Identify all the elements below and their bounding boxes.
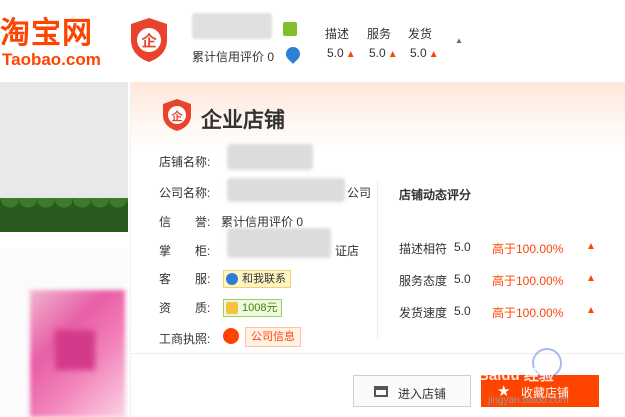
column-divider xyxy=(377,180,378,340)
up-arrow-icon: ▲ xyxy=(586,273,596,284)
dsr-score-describe: 5.0 ▲ xyxy=(327,46,356,60)
company-name-suffix: 公司 xyxy=(347,186,372,200)
rating-compare: 高于100.00% xyxy=(492,242,564,256)
license-emblem-icon xyxy=(223,328,239,344)
deposit-value: 1008元 xyxy=(242,302,278,314)
deposit-label: 资 质: xyxy=(159,301,211,315)
shop-page: 淘宝网 Taobao.com 企 累计信用评价 0 描述 服务 发货 5.0 ▲ … xyxy=(0,0,625,417)
svg-text:企: 企 xyxy=(171,109,184,123)
dsr-score-value: 5.0 xyxy=(369,46,386,60)
contact-me-label: 和我联系 xyxy=(242,273,286,285)
popup-title: 企业店铺 xyxy=(201,109,285,132)
rating-score: 5.0 xyxy=(454,272,471,286)
enterprise-badge-icon: 企 xyxy=(161,98,193,137)
dsr-label-shipping: 发货 xyxy=(408,27,433,41)
company-name-blurred xyxy=(227,178,345,202)
shop-name-label: 店铺名称: xyxy=(159,155,211,169)
taobao-logo-en[interactable]: Taobao.com xyxy=(2,50,101,70)
up-arrow-icon: ▲ xyxy=(387,49,398,60)
dsr-label-service: 服务 xyxy=(367,27,392,41)
deposit-badge[interactable]: 1008元 xyxy=(223,299,283,317)
up-arrow-icon: ▲ xyxy=(428,49,439,60)
credit-drop-icon xyxy=(283,44,303,64)
dsr-score-value: 5.0 xyxy=(410,46,427,60)
seller-level-icon xyxy=(283,22,297,36)
up-arrow-icon: ▲ xyxy=(345,49,356,60)
service-label: 客 服: xyxy=(159,272,211,286)
seller-name-blurred[interactable] xyxy=(192,13,272,39)
up-arrow-icon: ▲ xyxy=(586,241,596,252)
rating-compare: 高于100.00% xyxy=(492,306,564,320)
svg-text:企: 企 xyxy=(140,32,157,50)
caret-up-icon[interactable]: ▲ xyxy=(455,36,463,45)
rating-score: 5.0 xyxy=(454,240,471,254)
rating-name: 服务态度 xyxy=(399,274,448,288)
rating-compare: 高于100.00% xyxy=(492,274,564,288)
dsr-score-shipping: 5.0 ▲ xyxy=(410,46,439,60)
deposit-icon xyxy=(226,302,238,314)
dynamic-rating-title: 店铺动态评分 xyxy=(399,188,472,202)
up-arrow-icon: ▲ xyxy=(586,305,596,316)
taobao-logo-cn[interactable]: 淘宝网 xyxy=(0,8,93,52)
company-info-button[interactable]: 公司信息 xyxy=(245,327,301,347)
company-name-label: 公司名称: xyxy=(159,186,211,200)
enter-shop-label: 进入店铺 xyxy=(398,387,447,401)
owner-name-blurred[interactable] xyxy=(227,228,331,258)
banner-grass-image xyxy=(0,198,128,232)
rating-name: 发货速度 xyxy=(399,306,448,320)
enterprise-badge-icon: 企 xyxy=(128,16,170,69)
credit-label: 信 誉: xyxy=(159,215,211,229)
license-label: 工商执照: xyxy=(159,332,211,346)
dsr-score-value: 5.0 xyxy=(327,46,344,60)
rating-name: 描述相符 xyxy=(399,242,448,256)
watermark-text: Baidu 经验 xyxy=(478,367,554,384)
blurred-product-detail xyxy=(55,330,95,370)
owner-suffix: 证店 xyxy=(335,244,360,258)
dsr-label-describe: 描述 xyxy=(325,27,350,41)
store-icon xyxy=(374,386,388,397)
dsr-score-service: 5.0 ▲ xyxy=(369,46,398,60)
owner-label: 掌 柜: xyxy=(159,244,211,258)
contact-me-button[interactable]: 和我联系 xyxy=(223,270,291,288)
rating-score: 5.0 xyxy=(454,304,471,318)
shop-name-blurred xyxy=(227,144,313,170)
watermark-url: jingyan.baidu.com xyxy=(488,395,569,406)
header-credit-text: 累计信用评价 0 xyxy=(192,50,275,64)
wangwang-icon xyxy=(226,273,238,285)
enter-shop-button[interactable]: 进入店铺 xyxy=(353,375,471,407)
